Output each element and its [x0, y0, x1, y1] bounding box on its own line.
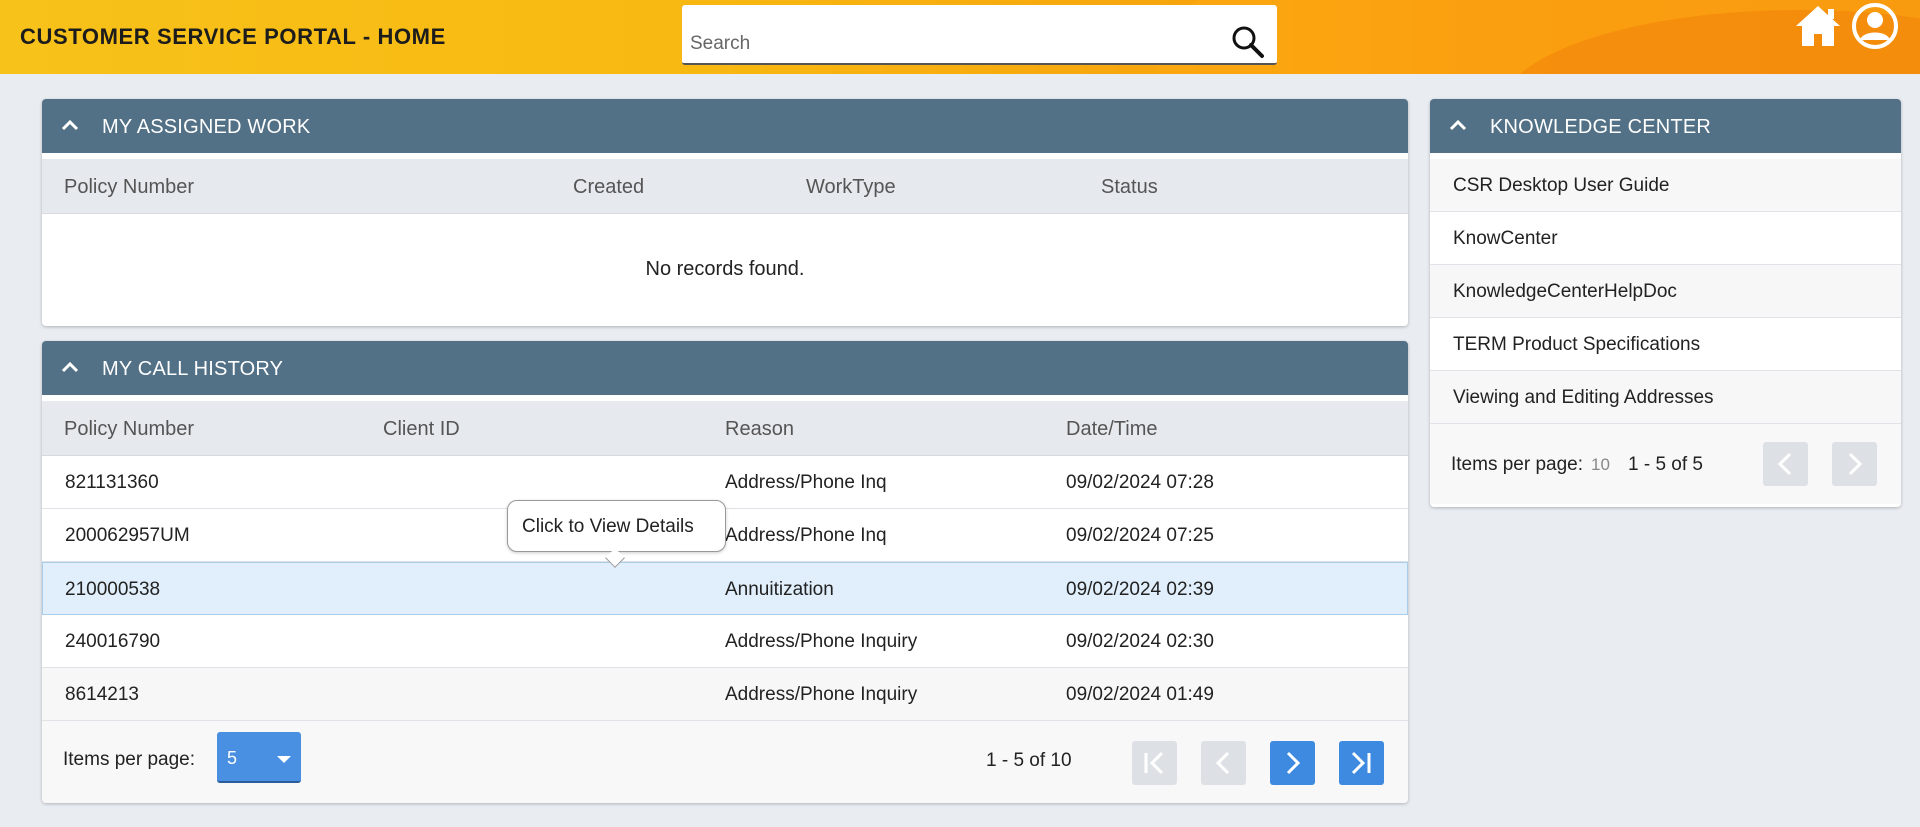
last-page-icon — [1351, 751, 1371, 775]
first-page-icon — [1144, 751, 1164, 775]
call-history-panel: MY CALL HISTORY Policy Number Client ID … — [42, 341, 1408, 803]
empty-message: No records found. — [645, 258, 805, 280]
next-page-icon — [1286, 751, 1301, 775]
cell-datetime: 09/02/2024 07:28 — [1066, 472, 1214, 493]
top-header-bar: CUSTOMER SERVICE PORTAL - HOME — [0, 0, 1920, 74]
cell-reason: Address/Phone Inquiry — [725, 631, 918, 652]
page-range: 1 - 5 of 10 — [986, 750, 1072, 771]
cell-datetime: 09/02/2024 02:39 — [1066, 579, 1214, 600]
column-policy-number[interactable]: Policy Number — [64, 176, 194, 199]
chevron-up-icon[interactable] — [60, 359, 80, 375]
assigned-work-panel: MY ASSIGNED WORK Policy Number Created W… — [42, 99, 1408, 326]
cell-policy: 240016790 — [65, 631, 161, 652]
items-per-page-label: Items per page: — [1451, 454, 1584, 475]
table-row[interactable]: 821131360 Address/Phone Inq 09/02/2024 0… — [42, 456, 1408, 509]
call-history-pager: Items per page: 5 1 - 5 of 10 — [42, 721, 1408, 803]
prev-page-icon — [1777, 452, 1792, 476]
cell-policy: 200062957UM — [65, 525, 190, 546]
column-status[interactable]: Status — [1101, 176, 1158, 199]
search-input[interactable] — [690, 31, 1190, 57]
knowledge-center-title: KNOWLEDGE CENTER — [1490, 116, 1712, 138]
tooltip-text: Click to View Details — [522, 516, 694, 537]
table-row[interactable]: 240016790 Address/Phone Inquiry 09/02/20… — [42, 615, 1408, 668]
knowledge-center-header[interactable]: KNOWLEDGE CENTER — [1430, 99, 1901, 153]
call-history-title: MY CALL HISTORY — [102, 358, 284, 380]
kc-link-item[interactable]: TERM Product Specifications — [1430, 318, 1901, 371]
cell-reason: Address/Phone Inq — [725, 472, 887, 493]
kc-link-label[interactable]: KnowledgeCenterHelpDoc — [1453, 281, 1677, 303]
last-page-button[interactable] — [1339, 741, 1384, 785]
cell-policy: 821131360 — [65, 472, 159, 493]
chevron-up-icon[interactable] — [60, 117, 80, 133]
kc-link-label[interactable]: CSR Desktop User Guide — [1453, 175, 1669, 197]
prev-page-icon — [1215, 751, 1230, 775]
cell-reason: Address/Phone Inq — [725, 525, 887, 546]
assigned-work-columns: Policy Number Created WorkType Status — [42, 159, 1408, 214]
user-icon[interactable] — [1851, 2, 1899, 50]
kc-link-label[interactable]: Viewing and Editing Addresses — [1453, 387, 1714, 409]
kc-link-label[interactable]: TERM Product Specifications — [1453, 334, 1700, 356]
next-page-button[interactable] — [1832, 442, 1877, 486]
search-icon[interactable] — [1231, 25, 1265, 59]
kc-link-item[interactable]: Viewing and Editing Addresses — [1430, 371, 1901, 424]
next-page-icon — [1848, 452, 1863, 476]
column-client-id[interactable]: Client ID — [383, 418, 460, 441]
table-row-highlighted[interactable]: 210000538 Annuitization 09/02/2024 02:39 — [42, 562, 1408, 615]
cell-datetime: 09/02/2024 01:49 — [1066, 684, 1214, 705]
prev-page-button[interactable] — [1201, 741, 1246, 785]
column-created[interactable]: Created — [573, 176, 644, 199]
call-history-columns: Policy Number Client ID Reason Date/Time — [42, 401, 1408, 456]
knowledge-center-pager: Items per page: 10 1 - 5 of 5 — [1430, 424, 1901, 504]
next-page-button[interactable] — [1270, 741, 1315, 785]
assigned-work-header[interactable]: MY ASSIGNED WORK — [42, 99, 1408, 153]
column-policy-number[interactable]: Policy Number — [64, 418, 194, 441]
prev-page-button[interactable] — [1763, 442, 1808, 486]
first-page-button[interactable] — [1132, 741, 1177, 785]
kc-link-item[interactable]: KnowCenter — [1430, 212, 1901, 265]
dropdown-caret-icon — [277, 756, 291, 763]
cell-datetime: 09/02/2024 02:30 — [1066, 631, 1214, 652]
chevron-up-icon[interactable] — [1448, 117, 1468, 133]
page-title: CUSTOMER SERVICE PORTAL - HOME — [20, 24, 446, 49]
cell-policy: 210000538 — [65, 579, 161, 600]
knowledge-center-panel: KNOWLEDGE CENTER CSR Desktop User Guide … — [1430, 99, 1901, 507]
table-row[interactable]: 8614213 Address/Phone Inquiry 09/02/2024… — [42, 668, 1408, 721]
cell-datetime: 09/02/2024 07:25 — [1066, 525, 1214, 546]
column-date-time[interactable]: Date/Time — [1066, 418, 1158, 441]
search-box[interactable] — [682, 5, 1277, 65]
items-per-page-select[interactable]: 5 — [217, 732, 301, 783]
call-history-header[interactable]: MY CALL HISTORY — [42, 341, 1408, 395]
items-per-page-value[interactable]: 10 — [1591, 455, 1610, 475]
column-reason[interactable]: Reason — [725, 418, 794, 441]
items-per-page-label: Items per page: — [63, 749, 196, 770]
assigned-work-title: MY ASSIGNED WORK — [102, 116, 311, 138]
kc-link-label[interactable]: KnowCenter — [1453, 228, 1558, 250]
page-range: 1 - 5 of 5 — [1628, 454, 1703, 475]
column-worktype[interactable]: WorkType — [806, 176, 896, 199]
cell-policy: 8614213 — [65, 684, 139, 705]
kc-link-item[interactable]: CSR Desktop User Guide — [1430, 159, 1901, 212]
kc-link-item[interactable]: KnowledgeCenterHelpDoc — [1430, 265, 1901, 318]
items-per-page-value: 5 — [227, 748, 238, 768]
home-icon[interactable] — [1794, 4, 1842, 48]
cell-reason: Annuitization — [725, 579, 834, 600]
cell-reason: Address/Phone Inquiry — [725, 684, 918, 705]
row-tooltip: Click to View Details — [507, 500, 726, 568]
